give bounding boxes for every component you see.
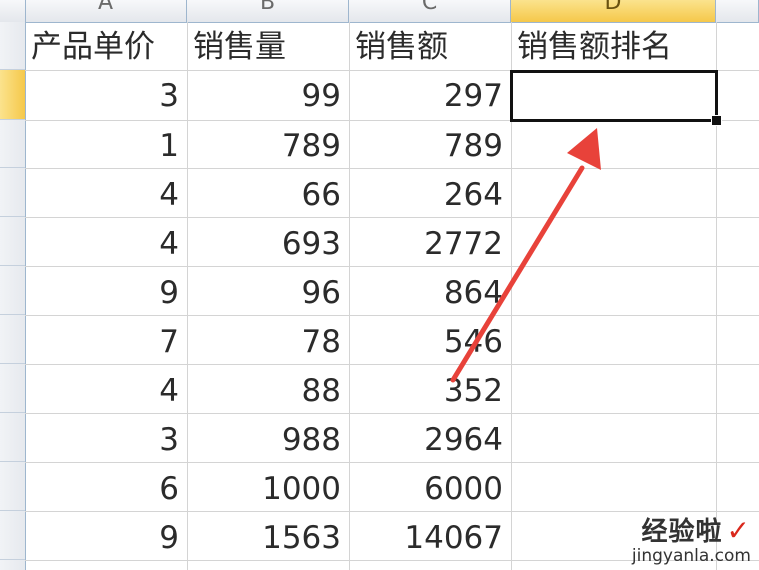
watermark: 经验啦 ✓ jingyanla.com (631, 514, 751, 567)
checkmark-icon: ✓ (726, 514, 751, 547)
watermark-brand-text: 经验啦 (641, 517, 723, 547)
red-arrow-icon (450, 128, 601, 383)
spreadsheet: A B C D 产品单价 销售量 销售额 销售额排名 3 99 297 1 78… (0, 0, 759, 570)
watermark-url: jingyanla.com (631, 546, 751, 566)
watermark-brand: 经验啦 ✓ (632, 514, 751, 547)
